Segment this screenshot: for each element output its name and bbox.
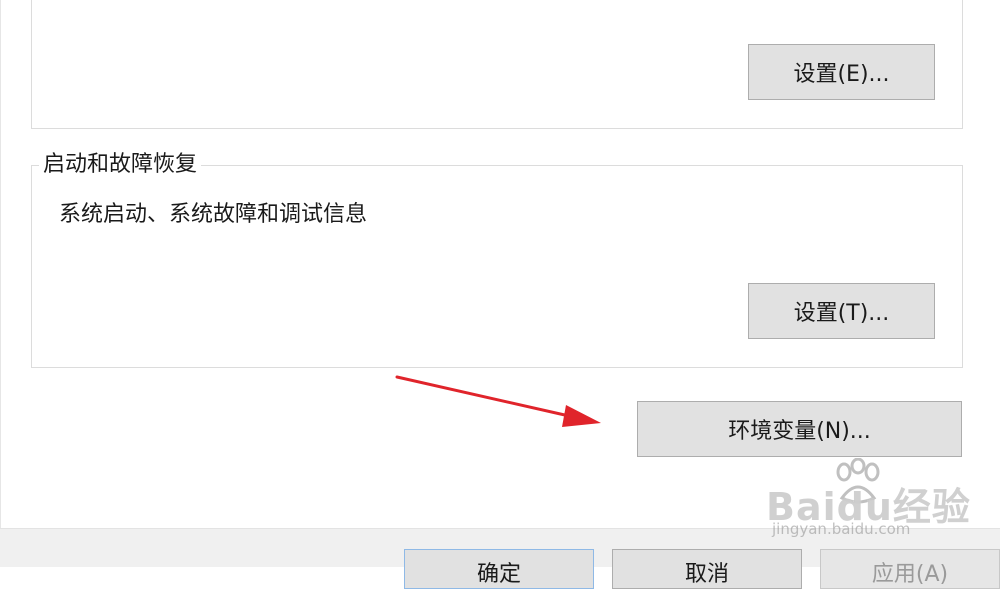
- ok-button[interactable]: 确定: [404, 549, 594, 589]
- environment-variables-button[interactable]: 环境变量(N)...: [637, 401, 962, 457]
- cancel-button[interactable]: 取消: [612, 549, 802, 589]
- startup-recovery-settings-button[interactable]: 设置(T)...: [748, 283, 935, 339]
- apply-button[interactable]: 应用(A): [820, 549, 1000, 589]
- performance-settings-button[interactable]: 设置(E)...: [748, 44, 935, 100]
- startup-recovery-description: 系统启动、系统故障和调试信息: [59, 202, 368, 227]
- system-properties-advanced-panel: 设置(E)... 启动和故障恢复 系统启动、系统故障和调试信息 设置(T)...…: [0, 0, 1000, 528]
- baidu-jingyan-watermark: Baidu经验 jingyan.baidu.com: [758, 458, 970, 548]
- startup-recovery-group-title: 启动和故障恢复: [39, 150, 202, 180]
- watermark-site-text: jingyan.baidu.com: [772, 520, 911, 538]
